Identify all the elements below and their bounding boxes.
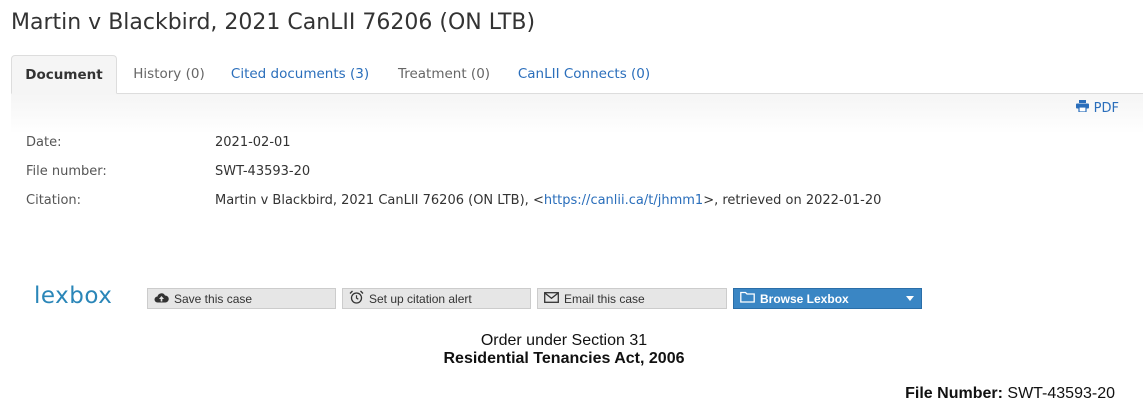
tab-panel: [11, 94, 1143, 134]
tab-cited-documents[interactable]: Cited documents (3): [225, 55, 375, 93]
citation-alert-label: Set up citation alert: [369, 291, 472, 306]
act-heading: Residential Tenancies Act, 2006: [443, 350, 685, 367]
browse-lexbox-label: Browse Lexbox: [760, 291, 849, 306]
citation-link[interactable]: https://canlii.ca/t/jhmm1: [544, 193, 703, 208]
date-label: Date:: [26, 135, 62, 150]
pdf-label: PDF: [1093, 100, 1119, 116]
email-case-label: Email this case: [564, 291, 645, 306]
citation-alert-button[interactable]: Set up citation alert: [342, 288, 531, 309]
page-title: Martin v Blackbird, 2021 CanLII 76206 (O…: [11, 10, 536, 35]
printer-icon: [1075, 100, 1089, 116]
envelope-icon: [544, 291, 559, 306]
alarm-clock-icon: [349, 290, 364, 307]
citation-label: Citation:: [26, 193, 82, 208]
tab-treatment[interactable]: Treatment (0): [389, 55, 499, 93]
order-heading: Order under Section 31: [480, 332, 648, 349]
document-file-number: File Number: SWT-43593-20: [905, 385, 1115, 403]
save-case-label: Save this case: [174, 291, 253, 306]
folder-icon: [740, 291, 755, 306]
citation-value: Martin v Blackbird, 2021 CanLII 76206 (O…: [215, 193, 881, 208]
tab-history[interactable]: History (0): [123, 55, 215, 93]
pdf-link[interactable]: PDF: [1075, 100, 1119, 116]
file-number-value: SWT-43593-20: [215, 164, 311, 179]
lexbox-logo: lexbox: [34, 283, 113, 309]
document-file-number-label: File Number:: [905, 385, 1003, 402]
citation-suffix: >, retrieved on 2022-01-20: [703, 193, 882, 208]
document-file-number-value: SWT-43593-20: [1007, 385, 1115, 402]
file-number-label: File number:: [26, 164, 107, 179]
tab-canlii-connects[interactable]: CanLII Connects (0): [513, 55, 655, 93]
caret-down-icon[interactable]: [906, 296, 914, 301]
cloud-upload-icon: [154, 292, 169, 306]
save-case-button[interactable]: Save this case: [147, 288, 336, 309]
email-case-button[interactable]: Email this case: [537, 288, 727, 309]
tab-bar: Document History (0) Cited documents (3)…: [11, 55, 1143, 94]
tab-document[interactable]: Document: [11, 55, 117, 94]
browse-lexbox-button[interactable]: Browse Lexbox: [733, 288, 922, 309]
date-value: 2021-02-01: [215, 135, 291, 150]
citation-prefix: Martin v Blackbird, 2021 CanLII 76206 (O…: [215, 193, 544, 208]
